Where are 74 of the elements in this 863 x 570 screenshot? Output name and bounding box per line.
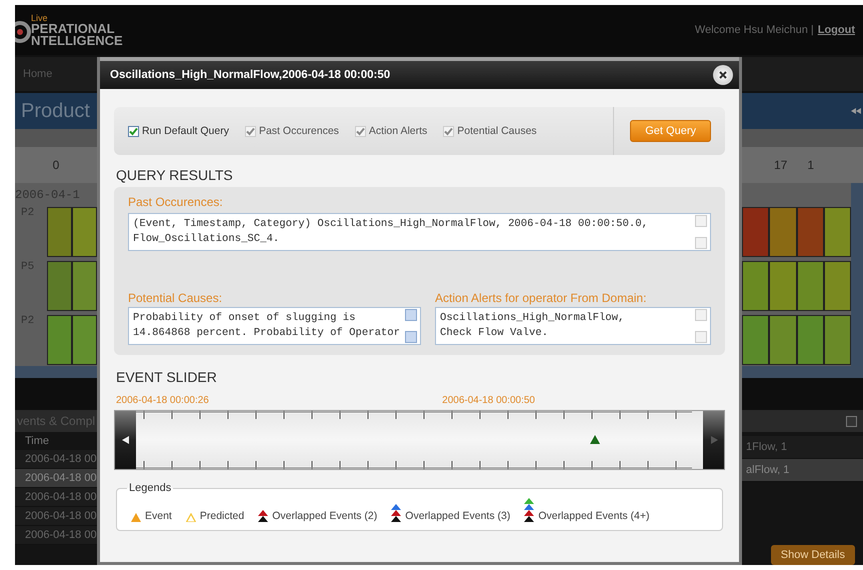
legend-title: Legends [128,482,172,494]
scrollbar[interactable] [15,366,97,378]
heatmap-cell [72,261,97,311]
text-area[interactable]: Probability of onset of slugging is 14.864868 percent. Probability of Operator [128,307,422,345]
heatmap-cell [72,207,97,257]
heatmap-cell [796,261,824,311]
field-label: Past Occurences: [128,195,224,209]
event-slider[interactable] [114,410,725,470]
heatmap-cell [824,261,851,311]
table-cell[interactable]: 1Flow, 1 [742,436,863,459]
slider-handle[interactable] [115,411,136,469]
heatmap-cell [742,261,770,311]
section-heading: EVENT SLIDER [116,369,218,385]
heatmap-cell [769,207,796,257]
logo-text: Live [31,14,49,22]
time-label: 2006-04-18 00:00:26 [116,395,209,406]
axis-label: 1 [807,158,814,172]
scrollbar[interactable] [694,308,710,344]
column-header: Time [25,435,50,447]
welcome-text: Welcome Hsu Meichun | [694,24,814,36]
scrollbar[interactable] [742,366,863,378]
check-icon [356,126,365,136]
axis-label: 0 [52,158,60,172]
logout-link[interactable]: Logout [818,24,855,36]
heatmap-cell [47,207,72,257]
table-cell[interactable]: 2006-04-18 00 [15,488,97,507]
heatmap-cell [72,315,97,365]
time-label: 2006-04-18 00:00:50 [442,395,535,406]
heatmap-cell [769,261,796,311]
table-cell[interactable]: 2006-04-18 00 [15,507,97,526]
heatmap-cell [796,207,824,257]
heatmap-cell [796,315,824,365]
heatmap-cell [769,315,796,365]
legend-label: Overlapped Events (4+) [538,510,650,522]
table-cell[interactable]: alFlow, 1 [742,459,863,482]
logo-text: NTELLIGENCE [31,34,123,46]
heatmap-cell [742,315,770,365]
scrollbar[interactable] [694,214,710,250]
get-query-button[interactable]: Get Query [630,120,711,142]
check-icon [444,126,454,136]
slider-handle[interactable] [703,411,724,469]
heatmap-cell [47,261,72,311]
checkbox[interactable] [128,126,139,136]
text-area[interactable]: Oscillations_High_NormalFlow, Check Flow Valve. [435,307,711,345]
page-title: Product [21,100,90,122]
table-cell[interactable]: 2006-04-18 00 [15,450,97,469]
check-icon [129,126,138,136]
table-cell[interactable]: 2006-04-18 00 [15,469,97,488]
collapse-icon[interactable] [851,108,861,114]
legend-label: Event [145,510,172,522]
dialog-title: Oscillations_High_NormalFlow,2006-04-18 00:00:50 [110,69,390,81]
text-area[interactable]: (Event, Timestamp, Category) Oscillations_High_NormalFlow, 2006-04-18 00:00:50.0, Flow_Oscillations_SC_4. [128,213,711,251]
event-marker-icon[interactable] [590,435,600,444]
section-heading: QUERY RESULTS [116,167,234,183]
legend-label: Predicted [200,510,244,522]
close-icon [719,71,727,79]
heatmap-cell [742,207,770,257]
show-details-button[interactable]: Show Details [770,545,855,565]
table-cell[interactable]: 2006-04-18 00 [15,526,97,545]
legend-label: Overlapped Events (2) [272,510,378,522]
axis-label: 17 [774,158,788,172]
checkbox-label[interactable]: Run Default Query [142,125,229,137]
field-label: Potential Causes: [128,291,224,305]
check-icon [246,126,255,136]
heatmap-cell [47,315,72,365]
window-icon[interactable] [846,416,857,426]
close-button[interactable] [713,65,733,85]
logo-text: PERATIONAL [31,22,116,34]
field-label: Action Alerts for operator From Domain: [435,291,648,305]
nav-item[interactable]: Home [23,68,52,80]
heatmap-cell [824,207,851,257]
legend-label: Overlapped Events (3) [405,510,510,522]
heatmap-cell [824,315,851,365]
scrollbar[interactable] [851,183,863,366]
